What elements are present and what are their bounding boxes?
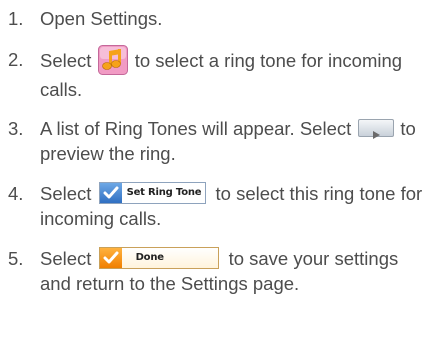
step-text-after: to save your settings and return to the …	[40, 248, 399, 295]
step-1: 1. Open Settings.	[8, 6, 433, 31]
step-number: 5.	[8, 248, 24, 270]
step-4: 4. Select Set Ring Tone to select this r…	[8, 181, 433, 231]
set-ring-tone-button[interactable]: Set Ring Tone	[98, 182, 207, 205]
step-text-before: A list of Ring Tones will appear. Select	[40, 118, 352, 139]
done-button[interactable]: Done	[98, 247, 219, 270]
check-icon	[99, 248, 122, 269]
instruction-steps: 1. Open Settings. 2. Select to select a …	[8, 6, 433, 296]
step-5: 5. Select Done to save your settings and…	[8, 246, 433, 296]
step-number: 4.	[8, 183, 24, 204]
step-3: 3. A list of Ring Tones will appear. Sel…	[8, 116, 433, 166]
step-text-after: to select this ring tone for incoming ca…	[40, 183, 423, 230]
step-number: 1.	[8, 8, 24, 29]
done-label: Done	[135, 252, 164, 264]
step-number: 2.	[8, 49, 24, 70]
ringtone-icon[interactable]	[97, 45, 128, 75]
step-text-before: Select	[40, 49, 92, 71]
play-icon	[372, 131, 380, 140]
step-text-after: to select a ring tone for incoming calls…	[40, 49, 403, 100]
set-ring-tone-label: Set Ring Tone	[126, 187, 202, 199]
step-text-before: Select	[40, 248, 92, 270]
step-text: Open Settings.	[40, 8, 163, 29]
step-number: 3.	[8, 118, 24, 139]
play-button[interactable]	[358, 119, 395, 140]
check-icon	[99, 183, 122, 204]
step-text-before: Select	[40, 183, 92, 204]
step-2: 2. Select to select a ring tone for inco…	[8, 45, 433, 102]
